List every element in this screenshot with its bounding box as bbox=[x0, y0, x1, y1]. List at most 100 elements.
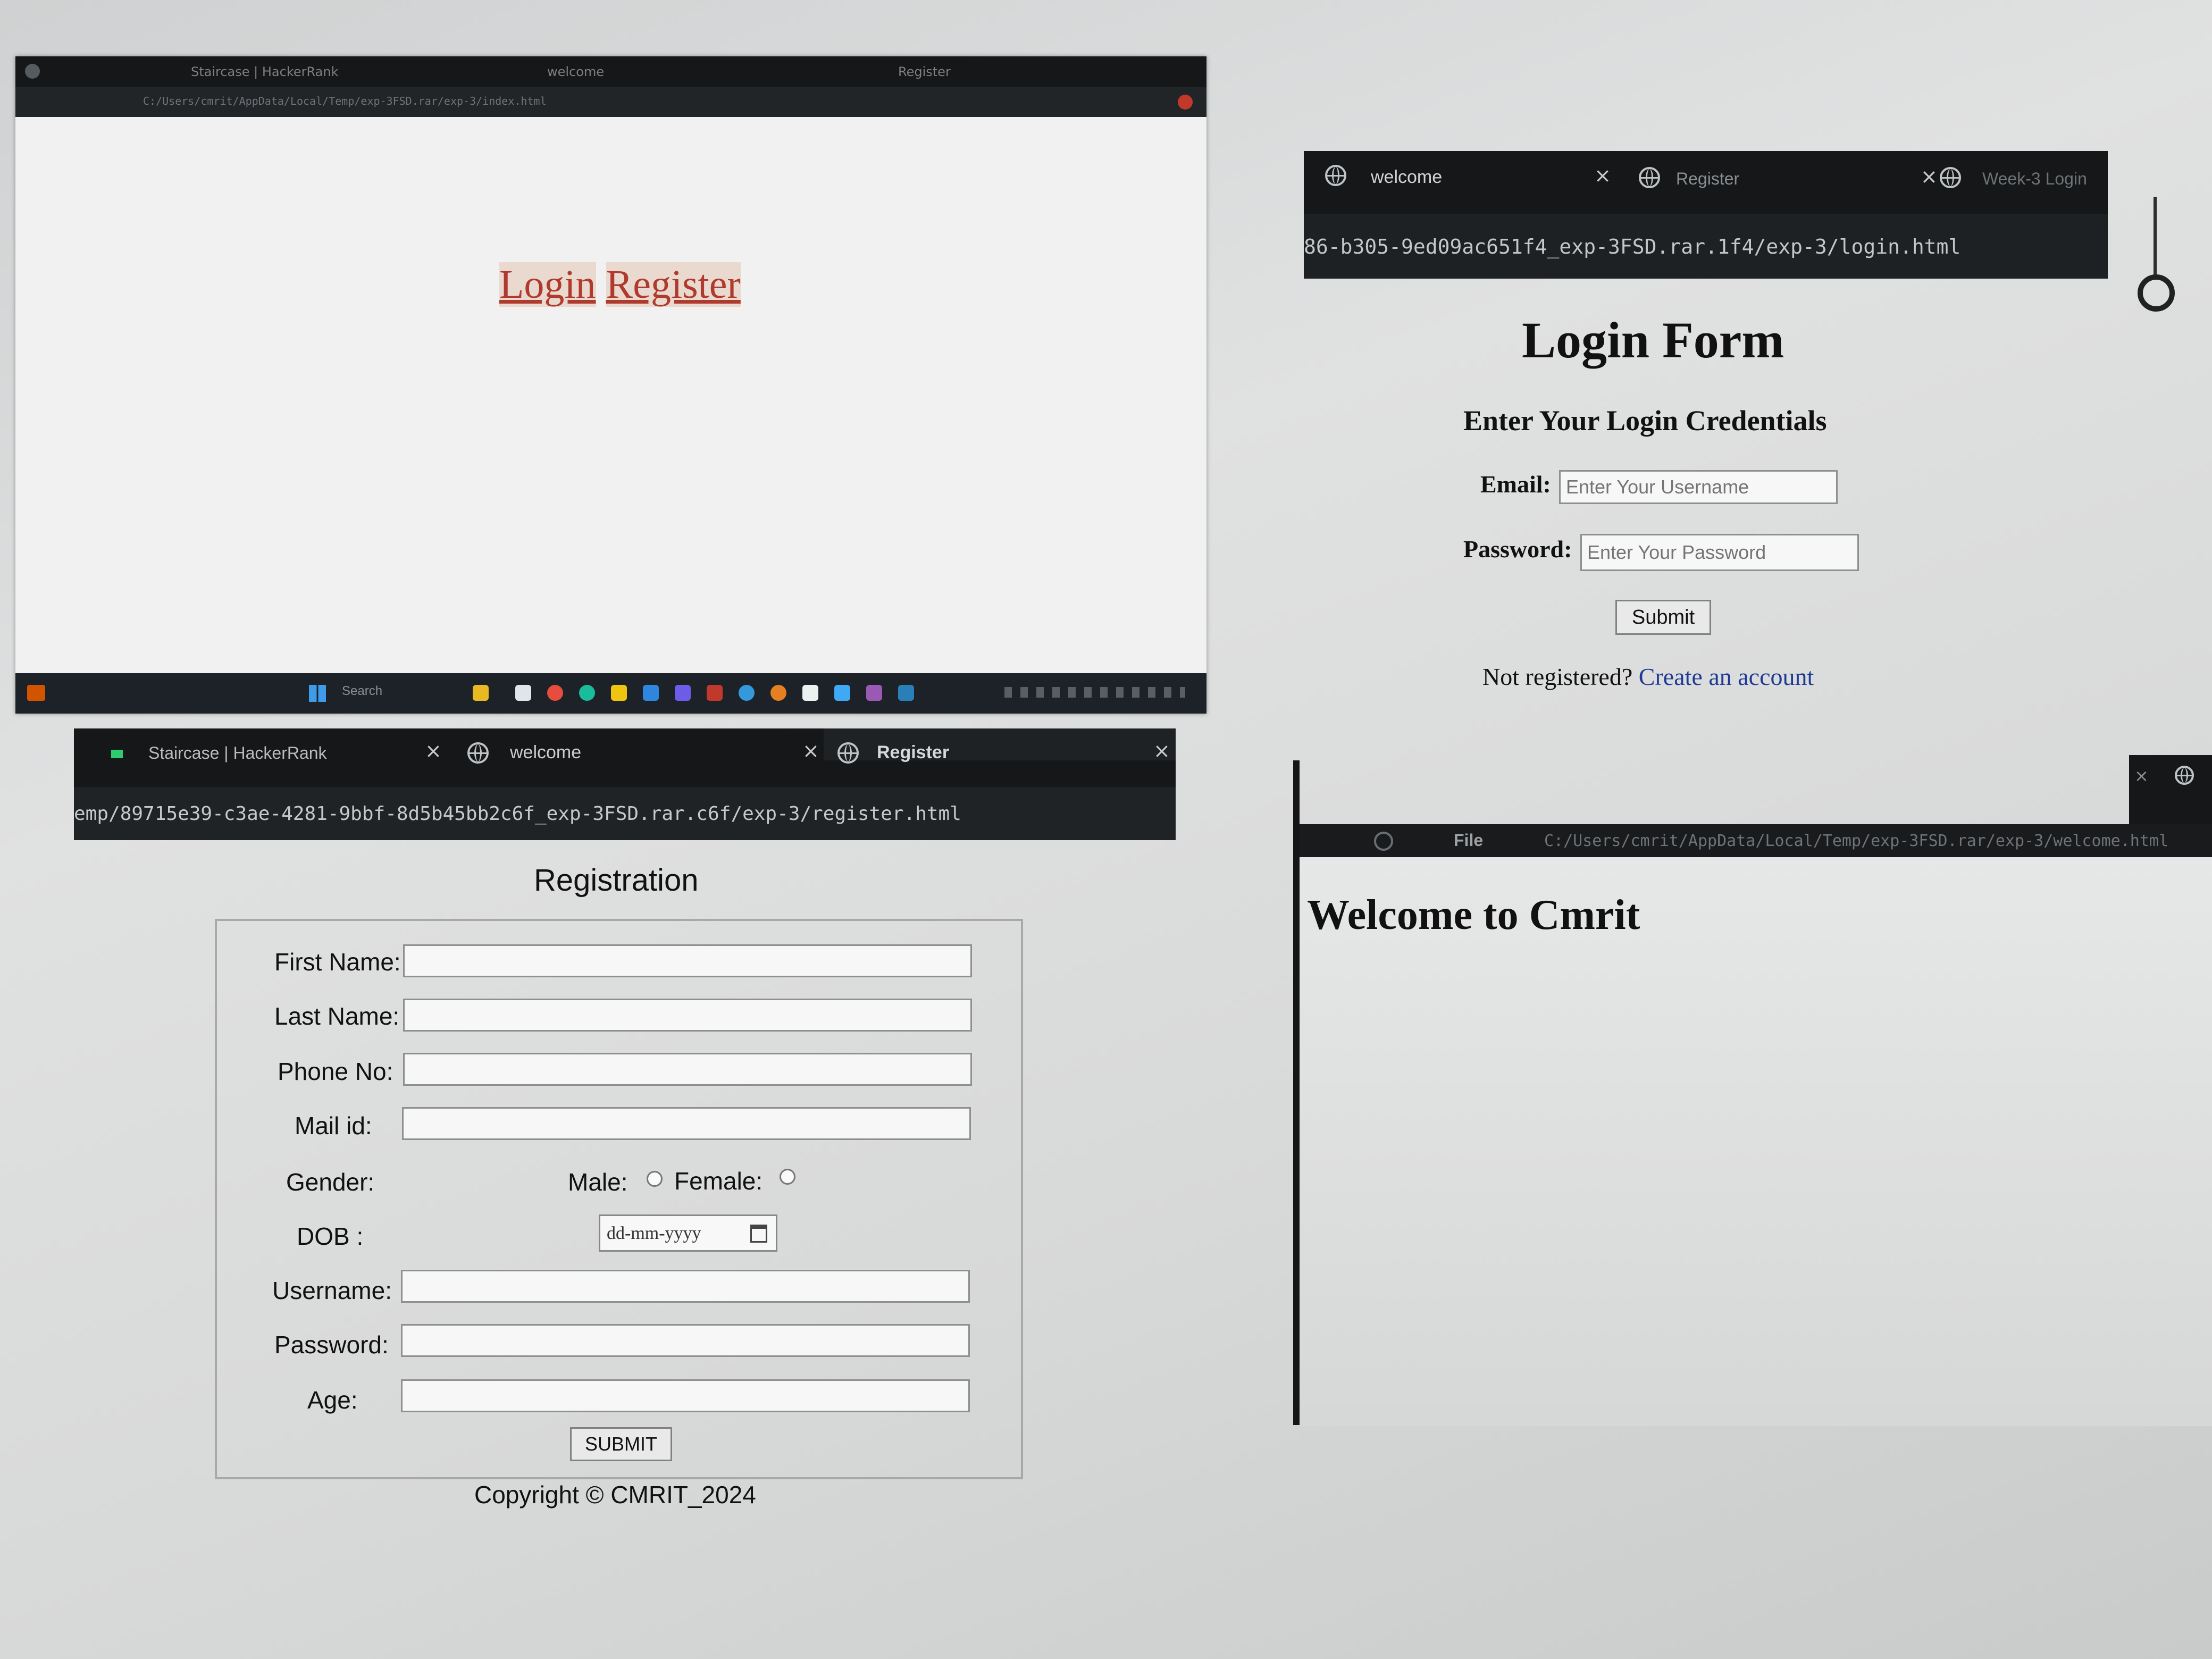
copyright-text: Copyright © CMRIT_2024 bbox=[474, 1481, 756, 1509]
browser-profile-icon[interactable] bbox=[1178, 95, 1193, 110]
folder-icon[interactable] bbox=[611, 685, 627, 701]
login-link[interactable]: Login bbox=[499, 262, 596, 307]
vscode-icon[interactable] bbox=[739, 685, 755, 701]
camera-icon[interactable] bbox=[802, 685, 818, 701]
submit-button[interactable]: Submit bbox=[1615, 600, 1711, 635]
window-border-left bbox=[1293, 760, 1300, 1425]
welcome-page bbox=[1300, 857, 2212, 1426]
close-tab-icon[interactable]: × bbox=[1921, 165, 1938, 188]
register-browser-chrome: Staircase | HackerRank × welcome × Regis… bbox=[74, 728, 1176, 840]
address-text[interactable]: emp/89715e39-c3ae-4281-9bbf-8d5b45bb2c6f… bbox=[74, 803, 961, 825]
address-bar[interactable]: emp/89715e39-c3ae-4281-9bbf-8d5b45bb2c6f… bbox=[74, 787, 1176, 840]
dob-date-input[interactable]: dd-mm-yyyy bbox=[599, 1214, 777, 1252]
password-label: Password: bbox=[1463, 535, 1572, 563]
tab-register[interactable]: Register × bbox=[824, 728, 1176, 764]
mail-label: Mail id: bbox=[295, 1112, 372, 1139]
address-text[interactable]: C:/Users/cmrit/AppData/Local/Temp/exp-3F… bbox=[1544, 832, 2168, 850]
weather-widget-icon[interactable] bbox=[27, 685, 45, 701]
browser-tab-strip: Staircase | HackerRank welcome Register bbox=[15, 56, 1206, 87]
last-name-input[interactable] bbox=[403, 999, 972, 1032]
phone-label: Phone No: bbox=[278, 1058, 393, 1085]
paint-icon[interactable] bbox=[866, 685, 882, 701]
vs-icon[interactable] bbox=[898, 685, 914, 701]
firefox-icon[interactable] bbox=[770, 685, 786, 701]
welcome-browser-chrome: × File C:/Users/cmrit/AppData/Local/Temp… bbox=[1300, 755, 2212, 857]
login-subtitle: Enter Your Login Credentials bbox=[1463, 405, 1827, 437]
welcome-heading: Welcome to Cmrit bbox=[1307, 892, 1640, 939]
word-icon[interactable] bbox=[643, 685, 659, 701]
tab-staircase[interactable]: Staircase | HackerRank × bbox=[74, 728, 457, 763]
windows-taskbar: Search bbox=[15, 673, 1206, 714]
system-tray[interactable] bbox=[1004, 687, 1185, 698]
password-input[interactable] bbox=[401, 1324, 970, 1357]
tab-welcome[interactable]: welcome × bbox=[1304, 151, 1612, 187]
globe-icon bbox=[1325, 165, 1346, 186]
settings-icon[interactable] bbox=[707, 685, 723, 701]
file-label: File bbox=[1454, 831, 1484, 850]
registration-title: Registration bbox=[534, 863, 699, 898]
age-input[interactable] bbox=[401, 1379, 970, 1412]
teams-icon[interactable] bbox=[675, 685, 691, 701]
globe-icon bbox=[467, 742, 489, 764]
email-label: Email: bbox=[1480, 471, 1551, 498]
close-tab-icon[interactable]: × bbox=[1153, 739, 1170, 763]
login-browser-chrome: welcome × Register × Week-3 Login 86-b30… bbox=[1304, 151, 2108, 279]
password-input[interactable] bbox=[1580, 534, 1859, 571]
cable-line bbox=[2154, 197, 2157, 276]
address-text[interactable]: C:/Users/cmrit/AppData/Local/Temp/exp-3F… bbox=[143, 95, 547, 107]
registration-form: First Name: Last Name: Phone No: Mail id… bbox=[215, 919, 1023, 1479]
email-input[interactable] bbox=[1559, 470, 1838, 504]
edge-icon[interactable] bbox=[579, 685, 595, 701]
tab-staircase[interactable]: Staircase | HackerRank bbox=[191, 63, 338, 81]
dob-label: DOB : bbox=[297, 1222, 364, 1250]
globe-icon bbox=[1940, 167, 1961, 188]
close-tab-icon[interactable]: × bbox=[802, 739, 819, 763]
address-bar[interactable]: 86-b305-9ed09ac651f4_exp-3FSD.rar.1f4/ex… bbox=[1304, 214, 2108, 279]
ring-icon bbox=[2138, 274, 2175, 312]
not-registered-row: Not registered? Create an account bbox=[1482, 663, 1814, 691]
globe-icon bbox=[2175, 766, 2194, 785]
register-link[interactable]: Register bbox=[606, 262, 741, 307]
close-tab-icon[interactable]: × bbox=[1594, 164, 1611, 187]
chrome-icon[interactable] bbox=[547, 685, 563, 701]
mail-input[interactable] bbox=[402, 1107, 971, 1140]
age-label: Age: bbox=[307, 1386, 358, 1414]
nav-links: Login Register bbox=[499, 262, 741, 308]
address-bar[interactable]: File C:/Users/cmrit/AppData/Local/Temp/e… bbox=[1300, 824, 2212, 857]
hackerrank-icon bbox=[111, 750, 123, 758]
password-label: Password: bbox=[274, 1331, 389, 1359]
browser-menu-icon[interactable] bbox=[25, 64, 40, 79]
male-label: Male: bbox=[568, 1168, 628, 1196]
not-registered-text: Not registered? bbox=[1482, 663, 1633, 690]
create-account-link[interactable]: Create an account bbox=[1639, 663, 1814, 690]
tab-strip-fragment: × bbox=[2129, 755, 2212, 824]
photos-icon[interactable] bbox=[834, 685, 850, 701]
taskbar-search[interactable]: Search bbox=[342, 684, 382, 699]
female-label: Female: bbox=[674, 1167, 763, 1195]
gender-label: Gender: bbox=[286, 1168, 375, 1196]
tab-register[interactable]: Register bbox=[898, 63, 951, 81]
start-icon[interactable] bbox=[309, 685, 326, 702]
calendar-icon[interactable] bbox=[750, 1225, 767, 1243]
tab-register[interactable]: Register × bbox=[1633, 151, 1942, 188]
login-title: Login Form bbox=[1522, 312, 1784, 368]
address-text[interactable]: 86-b305-9ed09ac651f4_exp-3FSD.rar.1f4/ex… bbox=[1304, 235, 1960, 258]
submit-button[interactable]: SUBMIT bbox=[570, 1427, 672, 1461]
tab-week3-login[interactable]: Week-3 Login bbox=[1940, 151, 2108, 188]
globe-icon bbox=[837, 742, 859, 764]
reload-icon[interactable] bbox=[1374, 832, 1393, 851]
address-bar[interactable]: C:/Users/cmrit/AppData/Local/Temp/exp-3F… bbox=[15, 87, 1206, 117]
tab-welcome[interactable]: welcome bbox=[547, 63, 604, 81]
username-label: Username: bbox=[272, 1277, 392, 1304]
store-icon[interactable] bbox=[515, 685, 531, 701]
phone-input[interactable] bbox=[403, 1053, 972, 1086]
username-input[interactable] bbox=[401, 1270, 970, 1303]
close-tab-icon[interactable]: × bbox=[425, 739, 442, 763]
male-radio[interactable] bbox=[647, 1171, 663, 1187]
first-name-label: First Name: bbox=[274, 948, 401, 976]
first-name-input[interactable] bbox=[403, 944, 972, 977]
file-explorer-icon[interactable] bbox=[473, 685, 489, 701]
tab-welcome[interactable]: welcome × bbox=[457, 728, 824, 764]
female-radio[interactable] bbox=[780, 1169, 795, 1185]
close-tab-icon[interactable]: × bbox=[2134, 766, 2149, 786]
